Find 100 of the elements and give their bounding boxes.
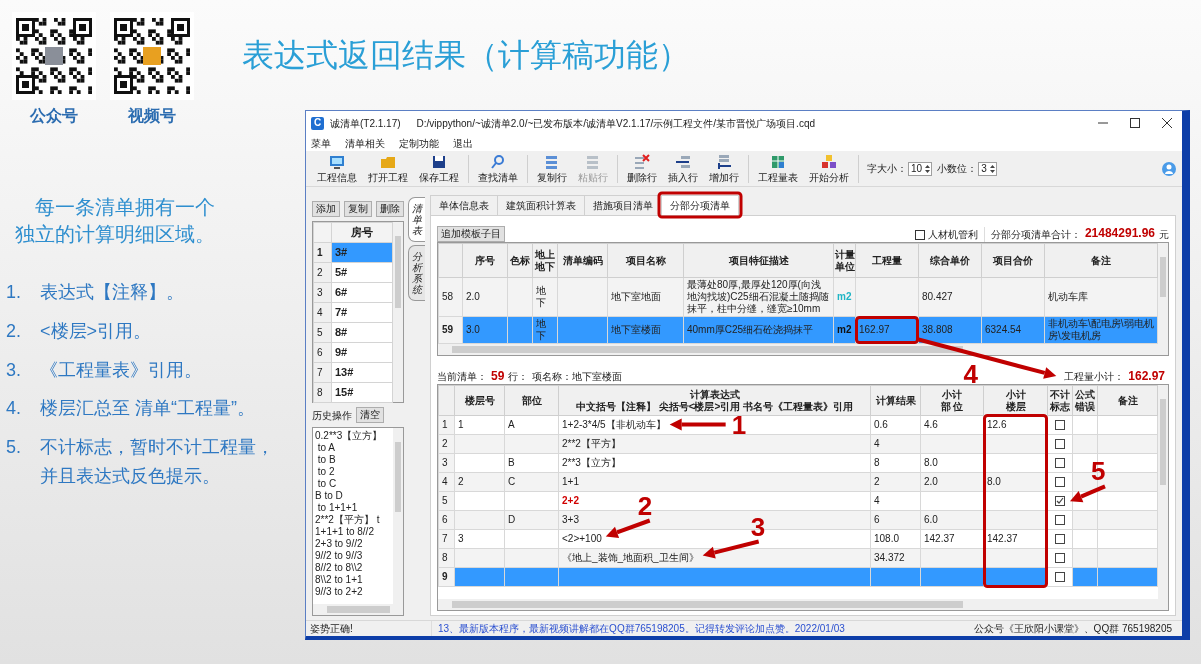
- history-item[interactable]: to 1+1+1: [315, 502, 391, 514]
- close-icon[interactable]: [1162, 118, 1172, 128]
- table-cell: 4: [874, 495, 880, 506]
- checkbox[interactable]: [1055, 515, 1065, 526]
- side-tab[interactable]: 分析系统: [408, 245, 425, 301]
- checkbox[interactable]: [1055, 572, 1065, 583]
- column-header: 备注: [1116, 394, 1139, 407]
- row-number[interactable]: 8: [442, 552, 448, 563]
- history-item[interactable]: to 2: [315, 466, 391, 478]
- menu-item[interactable]: 定制功能: [399, 135, 439, 151]
- row-number[interactable]: 1: [442, 419, 448, 430]
- toolbar-button[interactable]: 增加行: [704, 153, 744, 184]
- list-number: 5.: [5, 436, 22, 460]
- history-item[interactable]: 8\\2 to 1+1: [315, 574, 391, 586]
- tab[interactable]: 分部分项清单: [661, 195, 739, 215]
- history-item[interactable]: 9//2 to 9//3: [315, 550, 391, 562]
- history-item[interactable]: 9//3 to 2+2: [315, 586, 391, 598]
- checkbox[interactable]: [914, 229, 925, 240]
- row-number[interactable]: 58: [442, 291, 454, 302]
- menu-item[interactable]: 清单相关: [345, 135, 385, 151]
- column-header: 地上地下: [532, 243, 558, 278]
- row-number[interactable]: 5: [442, 495, 448, 506]
- side-tab[interactable]: 清单表: [408, 197, 425, 242]
- row-number[interactable]: 9: [442, 571, 448, 582]
- tab[interactable]: 单体信息表: [430, 195, 498, 215]
- current-row-number: 59: [491, 368, 505, 385]
- row-number[interactable]: 7: [442, 533, 448, 544]
- column-header: 备注: [1044, 243, 1158, 278]
- toolbar-button[interactable]: 开始分析: [804, 153, 854, 184]
- checkbox[interactable]: [1055, 553, 1065, 564]
- checkbox[interactable]: [1055, 534, 1065, 545]
- table-cell: 1+2-3*4/5【非机动车】: [562, 419, 666, 430]
- checkbox[interactable]: [1055, 458, 1065, 469]
- history-item[interactable]: to B: [315, 454, 391, 466]
- table-cell: 2.0: [466, 291, 480, 302]
- table-cell: 《地上_装饰_地面积_卫生间》: [562, 552, 699, 563]
- scrollbar[interactable]: [393, 222, 403, 402]
- column-header: 部位: [520, 394, 543, 407]
- row-number[interactable]: 59: [442, 324, 454, 335]
- cubes-icon: [821, 153, 837, 170]
- checkbox[interactable]: [1055, 439, 1065, 450]
- toolbar-button[interactable]: 插入行: [663, 153, 703, 184]
- clear-button[interactable]: 清空: [356, 407, 384, 423]
- add-template-button[interactable]: 追加模板子目: [437, 226, 505, 242]
- small-button[interactable]: 复制: [344, 201, 372, 217]
- row-number[interactable]: 6: [442, 514, 448, 525]
- table-cell: 4.6: [924, 419, 938, 430]
- history-item[interactable]: 2**2【平方】 t: [315, 514, 391, 526]
- table-cell: 8.0: [924, 457, 938, 468]
- checkbox[interactable]: [1055, 477, 1065, 488]
- annotation-arrow: [669, 418, 726, 431]
- maximize-icon[interactable]: [1130, 118, 1140, 128]
- number-spinner[interactable]: 10: [908, 161, 933, 176]
- column-header: 楼层号: [463, 394, 496, 407]
- row-number[interactable]: 4: [442, 476, 448, 487]
- spinner-arrows-icon: [988, 162, 996, 175]
- scrollbar[interactable]: [1158, 385, 1168, 599]
- history-item[interactable]: 0.2**3【立方】: [315, 430, 391, 442]
- toolbar-button[interactable]: 工程信息: [312, 153, 362, 184]
- list-text: <楼层>引用。: [40, 319, 152, 343]
- info-label: 当前清单：: [437, 369, 487, 384]
- table-cell: 8.0: [987, 476, 1001, 487]
- history-item[interactable]: to C: [315, 478, 391, 490]
- row-number[interactable]: 2: [442, 438, 448, 449]
- checkbox[interactable]: [1055, 496, 1065, 507]
- small-button[interactable]: 添加: [312, 201, 340, 217]
- history-item[interactable]: to A: [315, 442, 391, 454]
- scrollbar[interactable]: [438, 344, 1168, 355]
- toolbar-button[interactable]: 工程量表: [753, 153, 803, 184]
- menu-item[interactable]: 退出: [453, 135, 473, 151]
- user-icon[interactable]: [1162, 161, 1176, 176]
- table-cell: 2**3【立方】: [562, 457, 621, 468]
- scrollbar[interactable]: [1158, 243, 1168, 344]
- column-header: 计量单位: [833, 243, 856, 278]
- table-cell: 162.97: [859, 324, 890, 335]
- small-button[interactable]: 删除: [376, 201, 404, 217]
- toolbar-button[interactable]: 删除行: [622, 153, 662, 184]
- checkbox[interactable]: [1055, 420, 1065, 431]
- search-icon: [490, 153, 506, 170]
- row-number: 3: [313, 282, 332, 303]
- history-item[interactable]: 1+1+1 to 8//2: [315, 526, 391, 538]
- table-cell: 地下: [536, 285, 546, 308]
- scrollbar[interactable]: [438, 599, 1168, 610]
- scrollbar[interactable]: [313, 604, 403, 615]
- column-header: 色标: [507, 243, 533, 278]
- row-number[interactable]: 3: [442, 457, 448, 468]
- history-item[interactable]: B to D: [315, 490, 391, 502]
- toolbar-button[interactable]: 查找清单: [473, 153, 523, 184]
- number-spinner[interactable]: 3: [978, 161, 997, 176]
- status-text: 13、最新版本程序，最新视频讲解都在QQ群765198205。记得转发评论加点赞。2022/01/03: [437, 622, 845, 636]
- menu-item[interactable]: 菜单: [311, 135, 331, 151]
- column-header: 项目名称: [607, 243, 684, 278]
- item-name: 地下室楼面: [572, 369, 623, 384]
- toolbar-button[interactable]: 保存工程: [414, 153, 464, 184]
- toolbar-button[interactable]: 复制行: [532, 153, 572, 184]
- spinner-label: 字大小：: [867, 162, 907, 176]
- history-item[interactable]: 2+3 to 9//2: [315, 538, 391, 550]
- history-item[interactable]: 8//2 to 8\\2: [315, 562, 391, 574]
- toolbar-button[interactable]: 打开工程: [363, 153, 413, 184]
- scrollbar[interactable]: [393, 428, 403, 604]
